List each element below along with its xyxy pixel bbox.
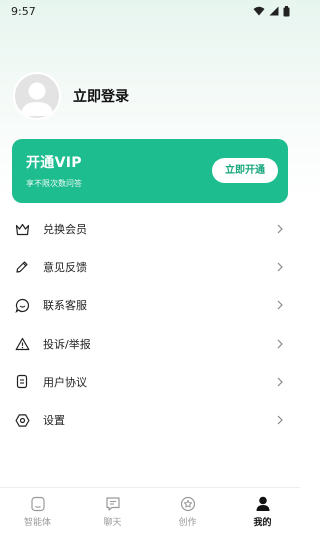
login-link[interactable]: 立即登录 [73,86,129,106]
chevron-right-icon [277,262,283,272]
tab-label: 我的 [253,518,272,528]
pencil-icon [14,259,30,275]
battery-icon [283,5,290,16]
tab-mine[interactable]: 我的 [225,488,300,533]
settings-icon [14,412,30,428]
menu-item-contact[interactable]: 联系客服 [0,286,300,324]
chevron-right-icon [277,377,283,387]
chevron-right-icon [277,224,283,234]
signal-icon [269,6,279,16]
chevron-right-icon [277,301,283,310]
menu-item-redeem[interactable]: 兑换会员 [0,210,300,248]
menu-label: 投诉/举报 [43,337,91,351]
menu-item-report[interactable]: 投诉/举报 [0,325,300,363]
warning-icon [14,336,30,352]
tab-label: 智能体 [23,518,51,528]
avatar[interactable] [13,72,61,120]
document-icon [14,374,30,390]
chat-icon [105,497,120,511]
tab-agent[interactable]: 智能体 [0,488,75,533]
settings-menu: 兑换会员 意见反馈 联系客服 投诉/举报 用户协议 设置 [0,210,300,439]
status-bar: 9:57 [0,0,300,22]
tab-label: 创作 [178,518,197,528]
default-avatar-icon [21,82,53,116]
crown-icon [14,221,30,237]
vip-card[interactable]: 开通VIP 享不限次数问答 立即开通 [12,139,288,203]
menu-item-agreement[interactable]: 用户协议 [0,363,300,401]
create-icon [180,496,195,512]
menu-label: 意见反馈 [43,261,87,275]
chevron-right-icon [277,415,283,425]
open-vip-button[interactable]: 立即开通 [212,158,278,183]
profile-header[interactable]: 立即登录 [13,72,129,120]
wifi-icon [253,6,265,16]
tab-label: 聊天 [103,518,122,528]
menu-item-settings[interactable]: 设置 [0,401,300,439]
tab-create[interactable]: 创作 [150,488,225,533]
tab-chat[interactable]: 聊天 [75,488,150,533]
menu-label: 兑换会员 [43,223,87,237]
chat-bubble-icon [14,297,30,313]
chevron-right-icon [277,339,283,349]
menu-label: 联系客服 [43,299,87,313]
bottom-tab-bar: 智能体 聊天 创作 我的 [0,487,300,533]
status-time: 9:57 [11,4,36,18]
menu-label: 用户协议 [43,375,87,389]
agent-icon [30,496,45,512]
user-icon [256,496,269,511]
status-icons [253,5,290,17]
menu-label: 设置 [43,414,65,428]
menu-item-feedback[interactable]: 意见反馈 [0,248,300,286]
